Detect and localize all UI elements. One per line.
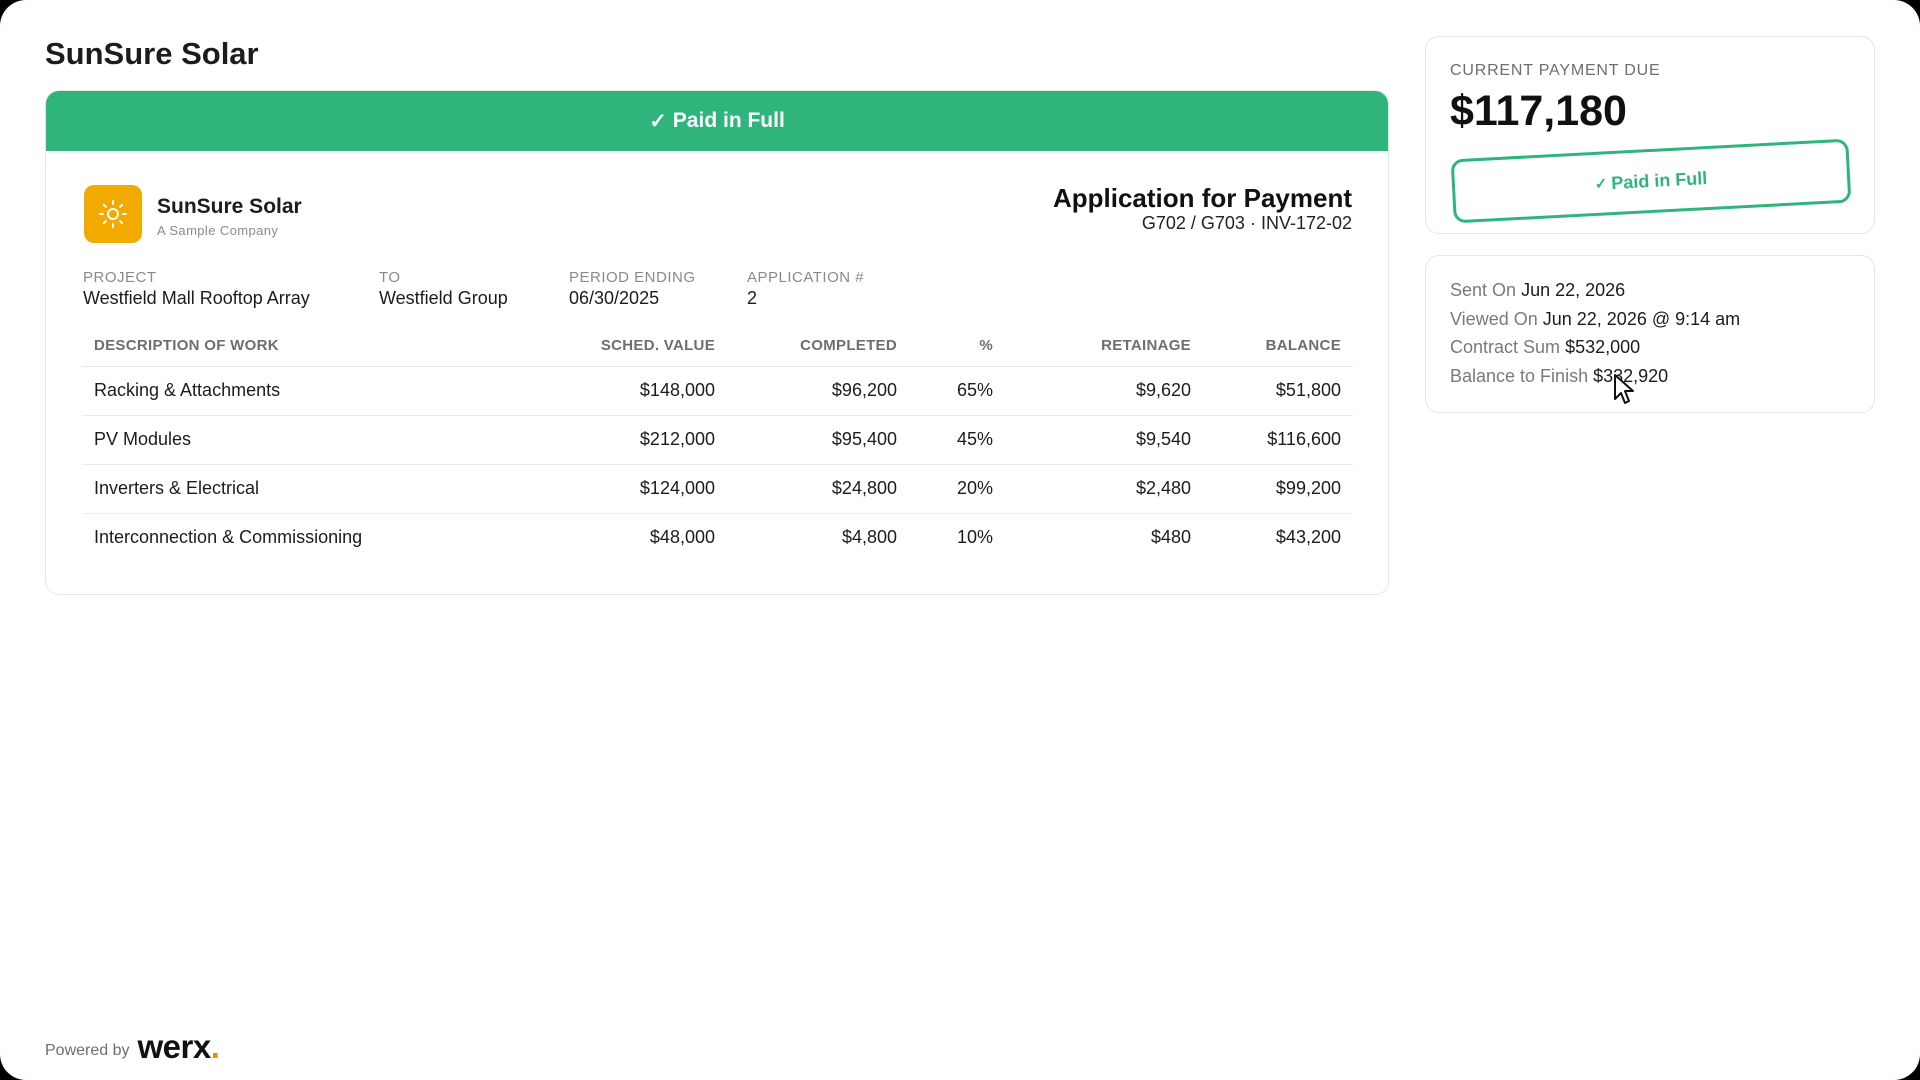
column-header: COMPLETED — [727, 325, 909, 367]
mouse-pointer-icon — [1614, 374, 1634, 404]
brand-name: werx — [137, 1028, 212, 1065]
detail-value: Jun 22, 2026 @ 9:14 am — [1542, 309, 1741, 329]
cell-completed: $95,400 — [727, 415, 909, 465]
meta-period-ending: PERIOD ENDING 06/30/2025 — [569, 269, 696, 309]
brand-dot: . — [210, 1028, 220, 1065]
cell-sched-value: $212,000 — [562, 415, 727, 465]
cell-percent: 20% — [909, 464, 1005, 514]
column-header: RETAINAGE — [1005, 325, 1203, 367]
cell-percent: 65% — [909, 366, 1005, 416]
cell-percent: 10% — [956, 527, 993, 548]
payment-due-card: CURRENT PAYMENT DUE $117,180 ✓ Paid in F… — [1425, 36, 1875, 234]
payment-due-amount: $117,180 — [1450, 87, 1627, 135]
meta-label: TO — [379, 269, 401, 286]
cell-sched-value: $148,000 — [562, 366, 727, 416]
detail-contract-sum: Contract Sum $532,000 — [1450, 337, 1640, 358]
cell-balance: $51,800 — [1203, 366, 1353, 416]
check-icon: ✓ — [1594, 175, 1608, 193]
cell-completed: $24,800 — [727, 464, 909, 514]
app-window: SunSure Solar ✓ Paid in Full SunSure Sol… — [0, 0, 1920, 1080]
detail-sent-on: Sent On Jun 22, 2026 — [1450, 280, 1625, 301]
cell-balance: $43,200 — [1275, 527, 1341, 548]
column-header: DESCRIPTION OF WORK — [82, 325, 562, 367]
sun-icon — [84, 185, 142, 243]
cell-balance: $116,600 — [1203, 415, 1353, 465]
column-header: % — [909, 325, 1005, 367]
powered-by-label: Powered by — [45, 1042, 130, 1059]
paid-banner: ✓ Paid in Full — [46, 91, 1388, 151]
banner-label: Paid in Full — [672, 109, 785, 132]
meta-label: PROJECT — [83, 269, 157, 286]
cell-percent: 45% — [909, 415, 1005, 465]
meta-label: PERIOD ENDING — [569, 269, 696, 286]
meta-value: Westfield Mall Rooftop Array — [83, 288, 310, 308]
cell-completed: $4,800 — [841, 527, 897, 548]
cell-sched-value: $124,000 — [562, 464, 727, 514]
stamp-label: Paid in Full — [1610, 167, 1708, 193]
invoice-card: ✓ Paid in Full SunSure Solar A Sample Co… — [45, 90, 1389, 595]
payment-due-label: CURRENT PAYMENT DUE — [1450, 62, 1661, 79]
detail-label: Balance to Finish — [1450, 366, 1589, 386]
cell-sched-value: $48,000 — [649, 527, 715, 548]
table-row: PV Modules $212,000 $95,400 45% $9,540 $… — [82, 415, 1353, 465]
meta-value: 2 — [747, 288, 758, 308]
company-name: SunSure Solar — [157, 195, 302, 218]
cell-balance: $99,200 — [1203, 464, 1353, 514]
cell-completed: $96,200 — [727, 366, 909, 416]
cell-description: PV Modules — [82, 415, 562, 465]
detail-value: Jun 22, 2026 — [1521, 280, 1626, 300]
detail-label: Contract Sum — [1450, 337, 1561, 357]
document-title: Application for Payment — [1052, 183, 1352, 213]
meta-application-number: APPLICATION # 2 — [747, 269, 864, 309]
cell-description: Inverters & Electrical — [82, 464, 562, 514]
table-row: Interconnection & Commissioning $48,000 … — [82, 513, 1353, 562]
cell-retainage: $480 — [1150, 527, 1191, 548]
meta-value: Westfield Group — [379, 288, 508, 308]
footer: Powered by werx. — [45, 1030, 220, 1063]
page-title: SunSure Solar — [45, 36, 259, 71]
cell-retainage: $2,480 — [1005, 464, 1203, 514]
line-items-table: DESCRIPTION OF WORK SCHED. VALUE COMPLET… — [82, 325, 1353, 562]
cell-retainage: $9,540 — [1005, 415, 1203, 465]
document-subtitle: G702 / G703 · INV-172-02 — [1141, 213, 1352, 233]
table-header-row: DESCRIPTION OF WORK SCHED. VALUE COMPLET… — [82, 325, 1353, 367]
meta-project: PROJECT Westfield Mall Rooftop Array — [83, 269, 310, 309]
column-header: SCHED. VALUE — [562, 325, 727, 367]
detail-viewed-on: Viewed On Jun 22, 2026 @ 9:14 am — [1450, 309, 1740, 330]
detail-label: Viewed On — [1450, 309, 1538, 329]
table-row: Inverters & Electrical $124,000 $24,800 … — [82, 464, 1353, 514]
detail-label: Sent On — [1450, 280, 1517, 300]
cell-description: Interconnection & Commissioning — [94, 527, 363, 548]
column-header: BALANCE — [1203, 325, 1353, 367]
cell-description: Racking & Attachments — [82, 366, 562, 416]
cell-retainage: $9,620 — [1005, 366, 1203, 416]
meta-label: APPLICATION # — [747, 269, 865, 286]
paid-in-full-stamp: ✓ Paid in Full — [1450, 138, 1852, 224]
meta-to: TO Westfield Group — [379, 269, 508, 309]
check-icon: ✓ — [649, 109, 667, 133]
invoice-details-card: Sent On Jun 22, 2026 Viewed On Jun 22, 2… — [1425, 255, 1875, 413]
table-row: Racking & Attachments $148,000 $96,200 6… — [82, 366, 1353, 416]
company-subtitle: A Sample Company — [157, 223, 279, 238]
meta-value: 06/30/2025 — [569, 288, 660, 308]
detail-value: $532,000 — [1565, 337, 1641, 357]
werx-logo-link[interactable]: werx. — [138, 1030, 220, 1063]
